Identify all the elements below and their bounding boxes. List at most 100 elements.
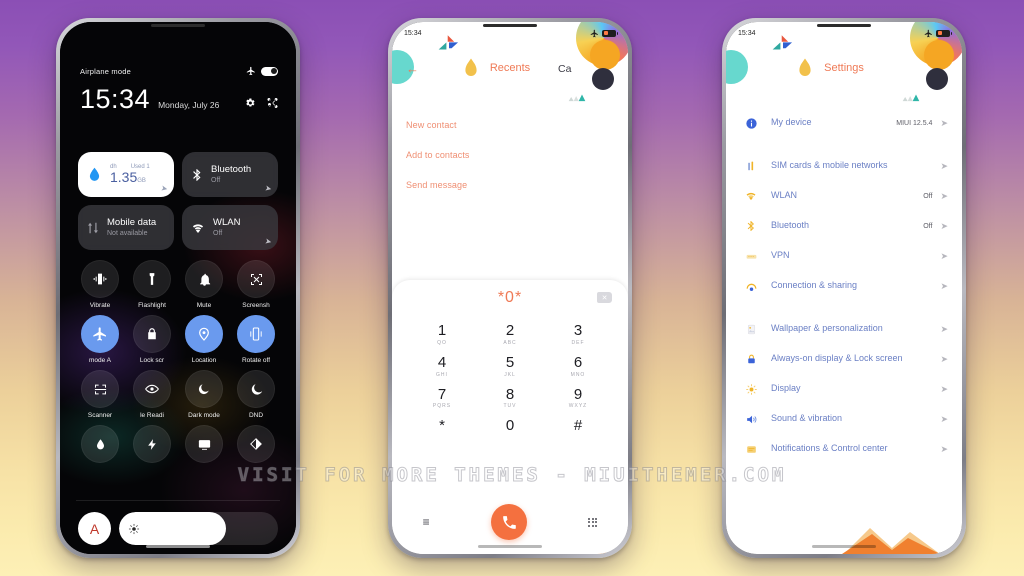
menu-item-new-contact[interactable]: New contact	[406, 110, 614, 140]
chevron-right-icon: ➤	[940, 323, 948, 334]
wlan-subtitle: Off	[213, 230, 223, 238]
tile-vibrate[interactable]: Vibrate	[74, 260, 126, 309]
settings-row-connection-sharing[interactable]: Connection & sharing ➤	[726, 271, 962, 301]
settings-row-bluetooth[interactable]: Bluetooth Off ➤	[726, 211, 962, 241]
lightning-bolt-icon	[133, 425, 171, 463]
tile-label: mode A	[88, 357, 112, 364]
tile-label: Flashlight	[138, 302, 166, 309]
tile-battery-saver[interactable]	[126, 425, 178, 467]
menu-item-send-message[interactable]: Send message	[406, 170, 614, 200]
tile-contrast[interactable]	[230, 425, 282, 467]
key-5[interactable]: 5 JKL	[476, 350, 544, 381]
settings-row-sound[interactable]: Sound & vibration ➤	[726, 404, 962, 434]
backspace-icon[interactable]: ✕	[597, 292, 612, 303]
settings-row-label: SIM cards & mobile networks	[771, 160, 888, 171]
page-title: Recents	[489, 62, 531, 74]
key-3[interactable]: 3 DEF	[544, 318, 612, 349]
card-mobile-data[interactable]: Mobile data Not available	[78, 205, 174, 250]
settings-row-display[interactable]: Display ➤	[726, 374, 962, 404]
battery-icon	[602, 29, 618, 37]
airplane-mode-row[interactable]: Airplane mode	[80, 66, 278, 76]
lock-screen-icon	[740, 353, 762, 366]
key-7[interactable]: 7 PQRS	[408, 382, 476, 413]
contact-actions-menu: New contact Add to contacts Send message	[406, 110, 614, 200]
tile-airplane-mode[interactable]: mode A	[74, 315, 126, 364]
settings-row-value: MIUI 12.5.4	[896, 119, 933, 127]
dialpad-sheet: *0* ✕ 1 QO 2 ABC 3 DEF 4 GHI 5 JKL 6 MNO 7 PQRS…	[392, 280, 628, 554]
page-title: Settings	[824, 62, 864, 74]
settings-row-wallpaper[interactable]: Wallpaper & personalization ➤	[726, 314, 962, 344]
connection-sharing-icon	[740, 280, 762, 293]
settings-row-label: Notifications & Control center	[771, 443, 888, 454]
card-expand-arrow-icon[interactable]: ➤	[160, 183, 168, 193]
tile-dnd[interactable]: DND	[230, 370, 282, 419]
keypad: 1 QO 2 ABC 3 DEF 4 GHI 5 JKL 6 MNO 7 PQRS 8 TUV …	[392, 316, 628, 438]
key-9[interactable]: 9 WXYZ	[544, 382, 612, 413]
sun-brightness-icon	[128, 523, 140, 534]
key-2[interactable]: 2 ABC	[476, 318, 544, 349]
tile-reading-mode[interactable]: le Readi	[126, 370, 178, 419]
tile-rotate[interactable]: Rotate off	[230, 315, 282, 364]
card-bluetooth[interactable]: Bluetooth Off ➤	[182, 152, 278, 197]
card-wlan[interactable]: WLAN Off ➤	[182, 205, 278, 250]
tile-scanner[interactable]: Scanner	[74, 370, 126, 419]
screen-control-center: Airplane mode 15:34 Monday, July 26 dh U…	[60, 22, 296, 554]
crescent-moon-icon	[237, 370, 275, 408]
auto-brightness-button[interactable]: A	[78, 512, 111, 545]
bluetooth-icon	[193, 168, 201, 181]
tile-mute[interactable]: Mute	[178, 260, 230, 309]
settings-row-label: Connection & sharing	[771, 280, 858, 291]
tile-dark-mode[interactable]: Dark mode	[178, 370, 230, 419]
chevron-right-icon: ➤	[940, 250, 948, 261]
tile-flashlight[interactable]: Flashlight	[126, 260, 178, 309]
brightness-slider[interactable]	[119, 512, 278, 545]
cast-screen-icon	[185, 425, 223, 463]
tile-location[interactable]: Location	[178, 315, 230, 364]
tile-lock-screen[interactable]: Lock scr	[126, 315, 178, 364]
menu-item-add-to-contacts[interactable]: Add to contacts	[406, 140, 614, 170]
tile-cast[interactable]	[178, 425, 230, 467]
settings-row-vpn[interactable]: VPN ➤	[726, 241, 962, 271]
key-star[interactable]: *	[408, 413, 476, 438]
card-expand-arrow-icon[interactable]: ➤	[264, 183, 272, 193]
key-4[interactable]: 4 GHI	[408, 350, 476, 381]
keypad-dots-icon[interactable]	[588, 517, 598, 527]
wallpaper-icon	[740, 323, 762, 336]
key-0[interactable]: 0	[476, 413, 544, 438]
settings-row-sim-cards[interactable]: SIM cards & mobile networks ➤	[726, 151, 962, 181]
settings-row-notifications[interactable]: Notifications & Control center ➤	[726, 434, 962, 464]
phone-control-center: Airplane mode 15:34 Monday, July 26 dh U…	[56, 18, 300, 558]
notifications-icon	[740, 443, 762, 456]
chevron-right-icon: ➤	[940, 383, 948, 394]
home-indicator	[812, 545, 876, 548]
clock-row: 15:34 Monday, July 26	[80, 86, 278, 113]
menu-lines-icon[interactable]: ≡	[423, 515, 430, 529]
chevron-right-icon: ➤	[940, 353, 948, 364]
card-mobile-data-usage[interactable]: dh Used 1 1.35GB ➤	[78, 152, 174, 197]
tile-label: DND	[248, 412, 264, 419]
card-expand-arrow-icon[interactable]: ➤	[264, 236, 272, 246]
settings-row-my-device[interactable]: My device MIUI 12.5.4 ➤	[726, 108, 962, 138]
settings-gear-icon[interactable]	[244, 97, 256, 109]
edit-scissors-icon[interactable]	[266, 97, 278, 109]
chevron-right-icon: ➤	[940, 190, 948, 201]
settings-app: 15:34 Settings My device MIUI 12.5.4 ➤ S…	[726, 22, 962, 554]
airplane-toggle[interactable]	[261, 66, 278, 76]
home-indicator	[478, 545, 542, 548]
screenshot-icon	[237, 260, 275, 298]
vibrate-icon	[81, 260, 119, 298]
tile-water-drop[interactable]	[74, 425, 126, 467]
tab-contacts[interactable]: Ca	[558, 63, 584, 75]
key-1[interactable]: 1 QO	[408, 318, 476, 349]
key-hash[interactable]: #	[544, 413, 612, 438]
settings-row-always-on-display[interactable]: Always-on display & Lock screen ➤	[726, 344, 962, 374]
control-center-panel: Airplane mode 15:34 Monday, July 26 dh U…	[60, 22, 296, 554]
vpn-icon	[740, 250, 762, 263]
call-button[interactable]	[491, 504, 527, 540]
settings-row-wlan[interactable]: WLAN Off ➤	[726, 181, 962, 211]
wifi-icon	[192, 223, 204, 233]
tile-screenshot[interactable]: Screensh	[230, 260, 282, 309]
key-6[interactable]: 6 MNO	[544, 350, 612, 381]
key-8[interactable]: 8 TUV	[476, 382, 544, 413]
decor-triangles-icon	[568, 94, 586, 102]
